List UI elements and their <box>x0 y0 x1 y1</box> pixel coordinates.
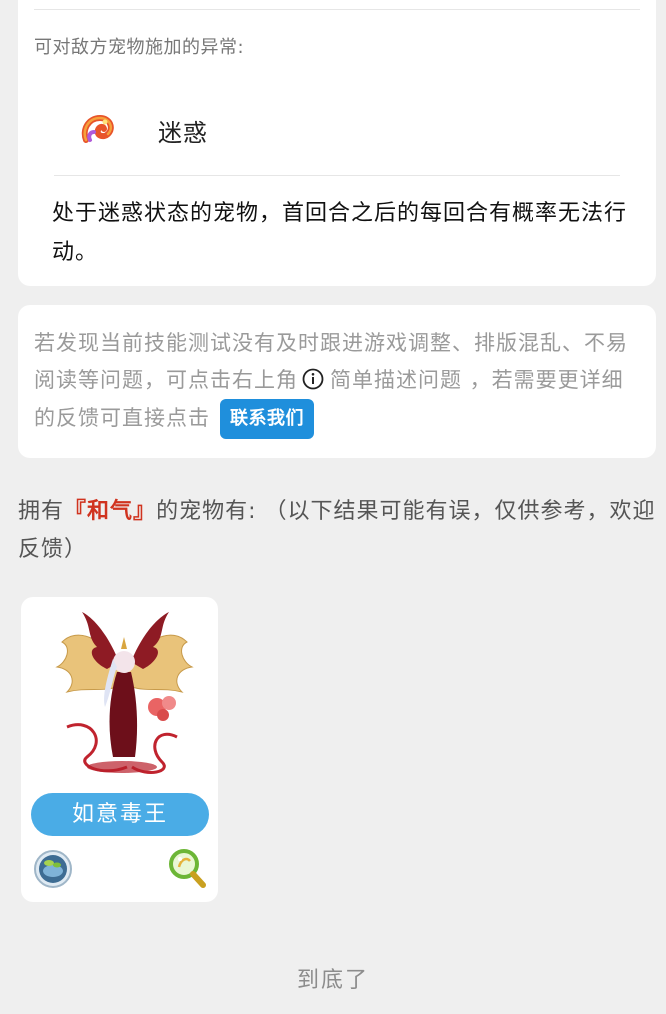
poison-attribute-icon[interactable] <box>33 849 73 889</box>
trait-name: 和气 <box>87 499 134 524</box>
contact-us-button[interactable]: 联系我们 <box>220 399 314 439</box>
divider <box>34 9 640 10</box>
status-section-label: 可对敌方宠物施加的异常: <box>34 37 245 58</box>
status-name: 迷惑 <box>158 119 208 147</box>
pet-owners-heading: 拥有『和气』的宠物有: （以下结果可能有误，仅供参考，欢迎反馈） <box>18 493 658 569</box>
feedback-notice: 若发现当前技能测试没有及时跟进游戏调整、排版混乱、不易阅读等问题，可点击右上角 … <box>34 325 640 439</box>
feedback-card: 若发现当前技能测试没有及时跟进游戏调整、排版混乱、不易阅读等问题，可点击右上角 … <box>18 305 656 458</box>
confusion-swirl-icon <box>81 114 114 143</box>
close-bracket: 』 <box>133 499 157 524</box>
status-description: 处于迷惑状态的宠物，首回合之后的每回合有概率无法行动。 <box>52 201 628 265</box>
winged-demon-pet-illustration <box>55 612 194 774</box>
status-effect-card: 可对敌方宠物施加的异常: 迷惑 处于迷惑状态的宠物，首回合之后的每回合有概率无法… <box>18 0 656 286</box>
pet-name-button[interactable]: 如意毒王 <box>31 793 209 836</box>
divider <box>54 175 620 176</box>
info-circle-icon <box>302 368 324 390</box>
open-bracket: 『 <box>64 499 88 524</box>
owners-prefix: 拥有 <box>18 499 65 524</box>
pet-card[interactable]: 如意毒王 <box>21 597 218 902</box>
end-of-list-text: 到底了 <box>296 968 369 993</box>
magnifier-icon[interactable] <box>167 847 207 889</box>
